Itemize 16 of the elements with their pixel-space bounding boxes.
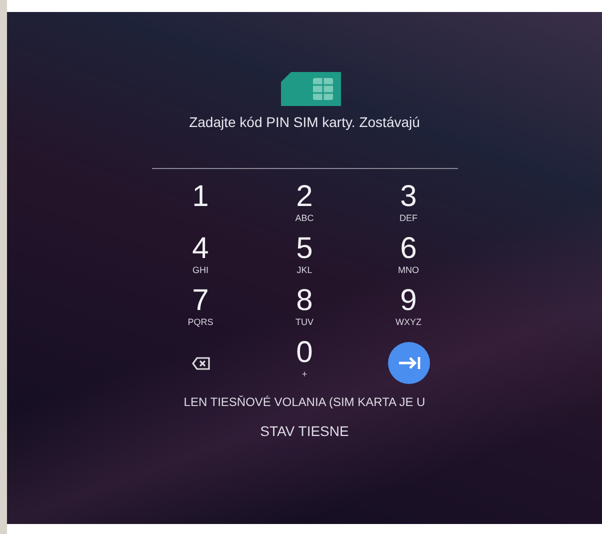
- keypad-key[interactable]: 7 PQRS: [148, 285, 252, 337]
- pin-prompt-text: Zadajte kód PIN SIM karty. Zostávajú: [189, 114, 420, 130]
- keypad-key[interactable]: 2 ABC: [252, 181, 356, 233]
- backspace-icon[interactable]: [192, 356, 210, 370]
- keypad-key[interactable]: 1: [148, 181, 252, 233]
- keypad-key[interactable]: 5 JKL: [252, 233, 356, 285]
- keypad-key[interactable]: 3 DEF: [356, 181, 460, 233]
- keypad-key[interactable]: 4 GHI: [148, 233, 252, 285]
- keypad-key[interactable]: 6 MNO: [356, 233, 460, 285]
- emergency-notice-text: LEN TIESŇOVÉ VOLANIA (SIM KARTA JE U: [184, 395, 426, 409]
- keypad-key[interactable]: 0 +: [252, 337, 356, 389]
- sim-card-icon: [280, 72, 340, 106]
- keypad-key[interactable]: 9 WXYZ: [356, 285, 460, 337]
- emergency-call-button[interactable]: STAV TIESNE: [256, 421, 353, 441]
- keypad-key[interactable]: 8 TUV: [252, 285, 356, 337]
- enter-button-icon[interactable]: [388, 342, 430, 384]
